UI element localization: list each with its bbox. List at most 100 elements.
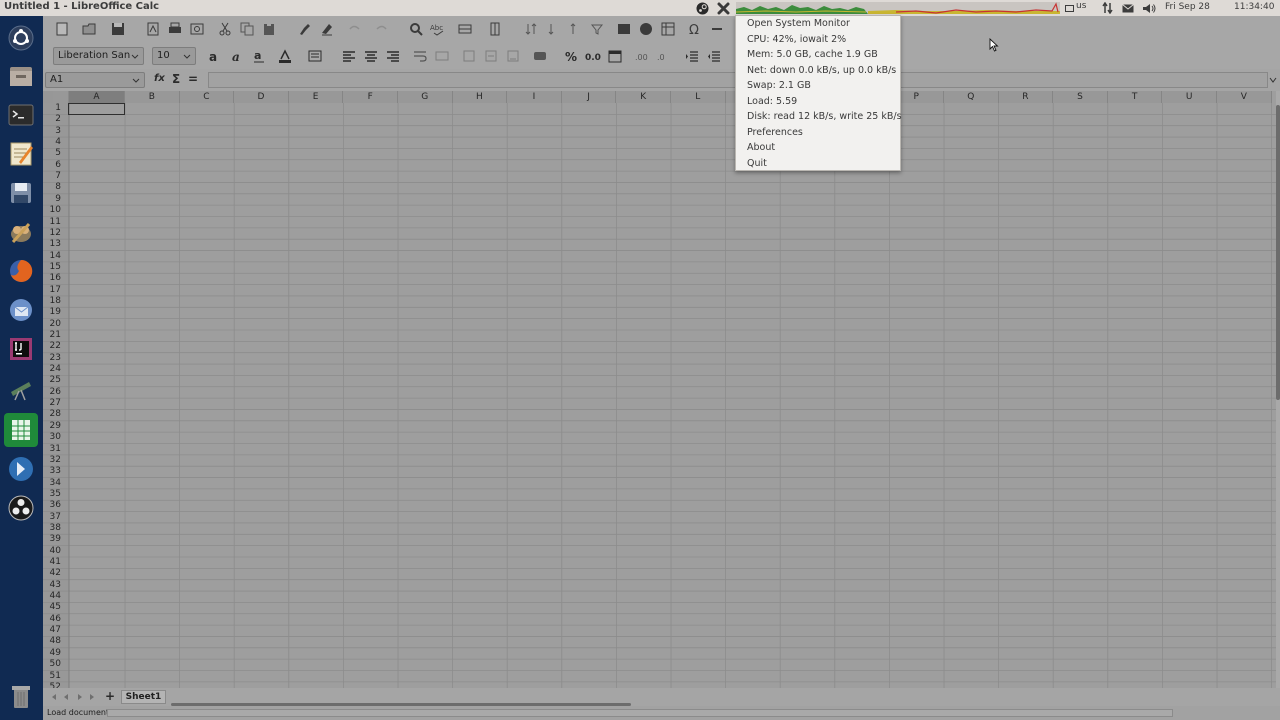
copy-icon[interactable] [239, 21, 255, 37]
menu-item-quit[interactable]: Quit [747, 158, 767, 169]
vertical-scrollbar-thumb[interactable] [1276, 105, 1280, 400]
align-center-icon[interactable] [363, 48, 379, 64]
row-header[interactable]: 36 [43, 500, 63, 511]
row-header[interactable]: 13 [43, 239, 63, 250]
row-header[interactable]: 42 [43, 568, 63, 579]
pivot-table-icon[interactable] [660, 21, 676, 37]
row-icon[interactable] [457, 21, 473, 37]
row-header[interactable]: 29 [43, 421, 63, 432]
row-header[interactable]: 33 [43, 466, 63, 477]
text-editor-icon[interactable] [4, 137, 38, 171]
export-pdf-icon[interactable] [145, 21, 161, 37]
column-header[interactable]: D [234, 91, 289, 103]
column-header[interactable]: G [398, 91, 453, 103]
column-header[interactable]: C [179, 91, 235, 103]
row-header[interactable]: 19 [43, 307, 63, 318]
decrease-indent-icon[interactable] [706, 48, 722, 64]
row-header[interactable]: 51 [43, 671, 63, 682]
tools-icon[interactable] [716, 0, 731, 16]
row-header[interactable]: 14 [43, 251, 63, 262]
menu-item-load[interactable]: Load: 5.59 [747, 96, 797, 107]
add-decimal-icon[interactable]: .00 [634, 48, 650, 64]
sort-ascending-icon[interactable] [545, 21, 561, 37]
menu-item-cpu[interactable]: CPU: 42%, iowait 2% [747, 34, 846, 45]
delete-decimal-icon[interactable]: .0 [656, 48, 672, 64]
row-header[interactable]: 44 [43, 591, 63, 602]
terminal-icon[interactable] [4, 98, 38, 132]
formula-button[interactable]: = [188, 72, 198, 86]
row-header[interactable]: 18 [43, 296, 63, 307]
thunderbird-icon[interactable] [4, 293, 38, 327]
system-monitor-graph[interactable] [736, 2, 1060, 14]
mail-icon[interactable] [1121, 0, 1135, 16]
column-header[interactable]: Q [944, 91, 999, 103]
open-icon[interactable] [81, 21, 97, 37]
column-header[interactable]: U [1162, 91, 1217, 103]
row-header[interactable]: 6 [43, 160, 63, 171]
date-format-icon[interactable] [607, 48, 623, 64]
column-header[interactable]: L [671, 91, 726, 103]
highlight-icon[interactable] [307, 48, 323, 64]
volume-icon[interactable] [1142, 0, 1156, 16]
row-header[interactable]: 9 [43, 194, 63, 205]
active-cell[interactable] [68, 103, 125, 116]
row-header[interactable]: 2 [43, 114, 63, 125]
column-header[interactable]: A [69, 91, 125, 103]
clone-formatting-icon[interactable] [297, 21, 313, 37]
column-header[interactable]: F [343, 91, 398, 103]
row-header[interactable]: 50 [43, 659, 63, 670]
row-header[interactable]: 15 [43, 262, 63, 273]
find-replace-icon[interactable] [408, 21, 424, 37]
sort-descending-icon[interactable] [567, 21, 583, 37]
column-header[interactable]: B [125, 91, 180, 103]
column-header[interactable]: V [1217, 91, 1272, 103]
cut-icon[interactable] [217, 21, 233, 37]
save-manager-icon[interactable] [4, 176, 38, 210]
row-header[interactable]: 39 [43, 534, 63, 545]
merge-cells-icon[interactable] [434, 48, 450, 64]
align-middle-icon[interactable] [483, 48, 499, 64]
row-header[interactable]: 23 [43, 353, 63, 364]
italic-icon[interactable]: a [229, 48, 245, 64]
libreoffice-calc-icon[interactable] [4, 413, 38, 447]
row-header[interactable]: 4 [43, 137, 63, 148]
menu-item-open-system-monitor[interactable]: Open System Monitor [747, 18, 850, 29]
row-header[interactable]: 8 [43, 182, 63, 193]
new-document-icon[interactable] [54, 21, 70, 37]
column-icon[interactable] [487, 21, 503, 37]
spreadsheet-grid[interactable]: ABCDEFGHIJKLMNOPQRSTUV 12345678910111213… [43, 91, 1276, 703]
row-header[interactable]: 22 [43, 341, 63, 352]
underline-icon[interactable]: a [251, 48, 267, 64]
firefox-icon[interactable] [4, 254, 38, 288]
expand-formula-bar-icon[interactable] [1267, 74, 1279, 86]
chevron-down-icon[interactable] [181, 50, 193, 62]
row-header[interactable]: 24 [43, 364, 63, 375]
row-header[interactable]: 31 [43, 444, 63, 455]
align-bottom-icon[interactable] [505, 48, 521, 64]
name-box[interactable]: A1 [45, 72, 145, 88]
row-header[interactable]: 41 [43, 557, 63, 568]
ubuntu-dash-icon[interactable] [4, 21, 38, 55]
align-top-icon[interactable] [461, 48, 477, 64]
steam-icon[interactable] [695, 0, 710, 16]
column-header[interactable]: I [507, 91, 562, 103]
column-header[interactable]: J [561, 91, 617, 103]
save-icon[interactable] [110, 21, 126, 37]
align-left-icon[interactable] [341, 48, 357, 64]
menu-item-mem[interactable]: Mem: 5.0 GB, cache 1.9 GB [747, 49, 878, 60]
menu-item-preferences[interactable]: Preferences [747, 127, 803, 138]
row-header[interactable]: 32 [43, 455, 63, 466]
row-header[interactable]: 5 [43, 148, 63, 159]
obs-icon[interactable] [4, 491, 38, 525]
menu-item-about[interactable]: About [747, 142, 775, 153]
row-header[interactable]: 30 [43, 432, 63, 443]
currency-icon[interactable] [533, 48, 549, 64]
row-header[interactable]: 28 [43, 409, 63, 420]
keyboard-icon[interactable] [1064, 0, 1074, 16]
row-header[interactable]: 12 [43, 228, 63, 239]
row-header[interactable]: 7 [43, 171, 63, 182]
autofilter-icon[interactable] [589, 21, 605, 37]
column-header[interactable]: R [998, 91, 1054, 103]
print-preview-icon[interactable] [189, 21, 205, 37]
files-icon[interactable] [4, 59, 38, 93]
